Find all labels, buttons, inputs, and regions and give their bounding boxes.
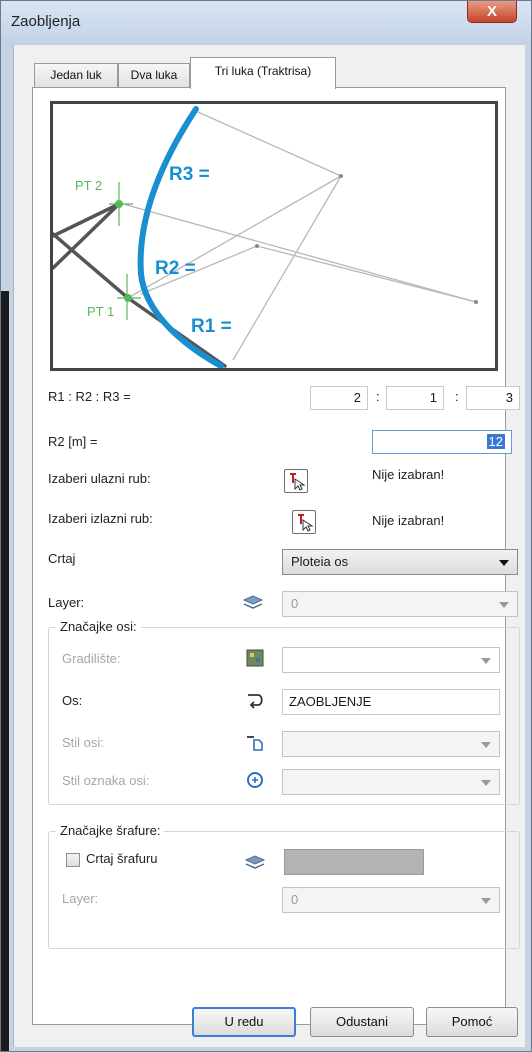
chevron-down-icon xyxy=(481,898,491,904)
layer-label: Layer: xyxy=(48,595,85,610)
title-bar: Zaobljenja X xyxy=(1,1,531,45)
tangent-line-in xyxy=(53,202,121,238)
chevron-down-icon xyxy=(481,780,491,786)
r2-label: R2 [m] = xyxy=(48,434,98,449)
tab-dva-luka[interactable]: Dva luka xyxy=(118,63,190,87)
dialog-body: Jedan luk Dva luka Tri luka (Traktrisa) xyxy=(13,45,525,1047)
draw-selected-value: Ploteia os xyxy=(291,554,349,569)
axis-style-select[interactable] xyxy=(282,731,500,757)
site-select[interactable] xyxy=(282,647,500,673)
pick-cursor-icon xyxy=(290,473,306,491)
layer-selected-value: 0 xyxy=(291,596,299,611)
hatch-layer-label: Layer: xyxy=(62,891,99,906)
ratio-separator: : xyxy=(455,389,459,404)
exit-edge-label: Izaberi izlazni rub: xyxy=(48,511,153,526)
ok-button[interactable]: U redu xyxy=(192,1007,296,1037)
help-button[interactable]: Pomoć xyxy=(426,1007,518,1037)
tangent-line-out xyxy=(53,232,130,300)
tangent-line-in xyxy=(53,202,121,270)
r1-label: R1 = xyxy=(191,316,232,337)
exit-edge-status: Nije izabran! xyxy=(372,513,445,528)
axis-label: Os: xyxy=(62,693,83,708)
center-point xyxy=(255,244,259,248)
guide-line xyxy=(127,175,342,299)
site-icon xyxy=(246,649,264,667)
pick-entry-edge-button[interactable] xyxy=(284,469,308,493)
r2-label: R2 = xyxy=(155,258,196,279)
hatch-layer-selected-value: 0 xyxy=(291,892,299,907)
layers-icon xyxy=(242,595,264,609)
pick-exit-edge-button[interactable] xyxy=(292,510,316,534)
draw-select[interactable]: Ploteia os xyxy=(282,549,518,575)
guide-line xyxy=(232,175,342,361)
guide-line xyxy=(256,245,477,303)
chevron-down-icon xyxy=(499,560,509,566)
tab-tri-luka[interactable]: Tri luka (Traktrisa) xyxy=(190,57,336,89)
r2-ratio-input[interactable]: 1 xyxy=(386,386,444,410)
r2-value: 12 xyxy=(486,434,505,449)
pt2-label: PT 2 xyxy=(75,178,102,193)
pt1-point xyxy=(124,294,132,302)
hatch-layer-select[interactable]: 0 xyxy=(282,887,500,913)
fillet-preview: PT 2 PT 1 R3 = R2 = R1 = xyxy=(50,101,498,371)
draw-hatch-label: Crtaj šrafuru xyxy=(86,851,158,866)
draw-hatch-checkbox[interactable] xyxy=(66,853,80,867)
chevron-down-icon xyxy=(481,742,491,748)
r1-ratio-input[interactable]: 2 xyxy=(310,386,368,410)
axis-label-style-select[interactable] xyxy=(282,769,500,795)
close-button[interactable]: X xyxy=(467,1,517,23)
r2-input[interactable]: 12 xyxy=(372,430,512,454)
draw-label: Crtaj xyxy=(48,551,76,566)
preview-drawing: PT 2 PT 1 R3 = R2 = R1 = xyxy=(53,106,478,368)
axis-label-style-icon xyxy=(247,772,263,788)
layers-icon xyxy=(244,855,266,869)
window-edge xyxy=(1,291,9,1051)
dialog-window: Zaobljenja X Jedan luk Dva luka Tri luka… xyxy=(0,0,532,1052)
layer-select[interactable]: 0 xyxy=(282,591,518,617)
hatch-pattern-swatch[interactable] xyxy=(284,849,424,875)
ratio-separator: : xyxy=(376,389,380,404)
window-title: Zaobljenja xyxy=(11,13,81,30)
center-point xyxy=(339,174,343,178)
r3-ratio-input[interactable]: 3 xyxy=(466,386,520,410)
chevron-down-icon xyxy=(481,658,491,664)
axis-style-label: Stil osi: xyxy=(62,735,104,750)
tab-label: Jedan luk xyxy=(50,68,102,82)
tab-jedan-luk[interactable]: Jedan luk xyxy=(34,63,118,87)
guide-line xyxy=(122,203,477,303)
cancel-button[interactable]: Odustani xyxy=(310,1007,414,1037)
axis-name-input[interactable]: ZAOBLJENJE xyxy=(282,689,500,715)
guide-line xyxy=(197,111,342,177)
ratio-label: R1 : R2 : R3 = xyxy=(48,389,131,404)
tab-label: Tri luka (Traktrisa) xyxy=(214,64,312,78)
entry-edge-status: Nije izabran! xyxy=(372,467,445,482)
hatch-group-title: Značajke šrafure: xyxy=(56,823,165,838)
pt2-point xyxy=(115,200,123,208)
center-point xyxy=(474,300,478,304)
tab-label: Dva luka xyxy=(130,68,178,82)
entry-edge-label: Izaberi ulazni rub: xyxy=(48,471,151,486)
axis-curve-icon xyxy=(248,694,263,709)
axis-label-style-label: Stil oznaka osi: xyxy=(62,773,150,788)
axis-group-title: Značajke osi: xyxy=(56,619,141,634)
axis-style-icon xyxy=(247,736,263,751)
site-label: Gradilište: xyxy=(62,651,121,666)
pick-cursor-icon xyxy=(298,514,314,532)
r3-label: R3 = xyxy=(169,164,210,185)
chevron-down-icon xyxy=(499,602,509,608)
pt1-label: PT 1 xyxy=(87,304,114,319)
